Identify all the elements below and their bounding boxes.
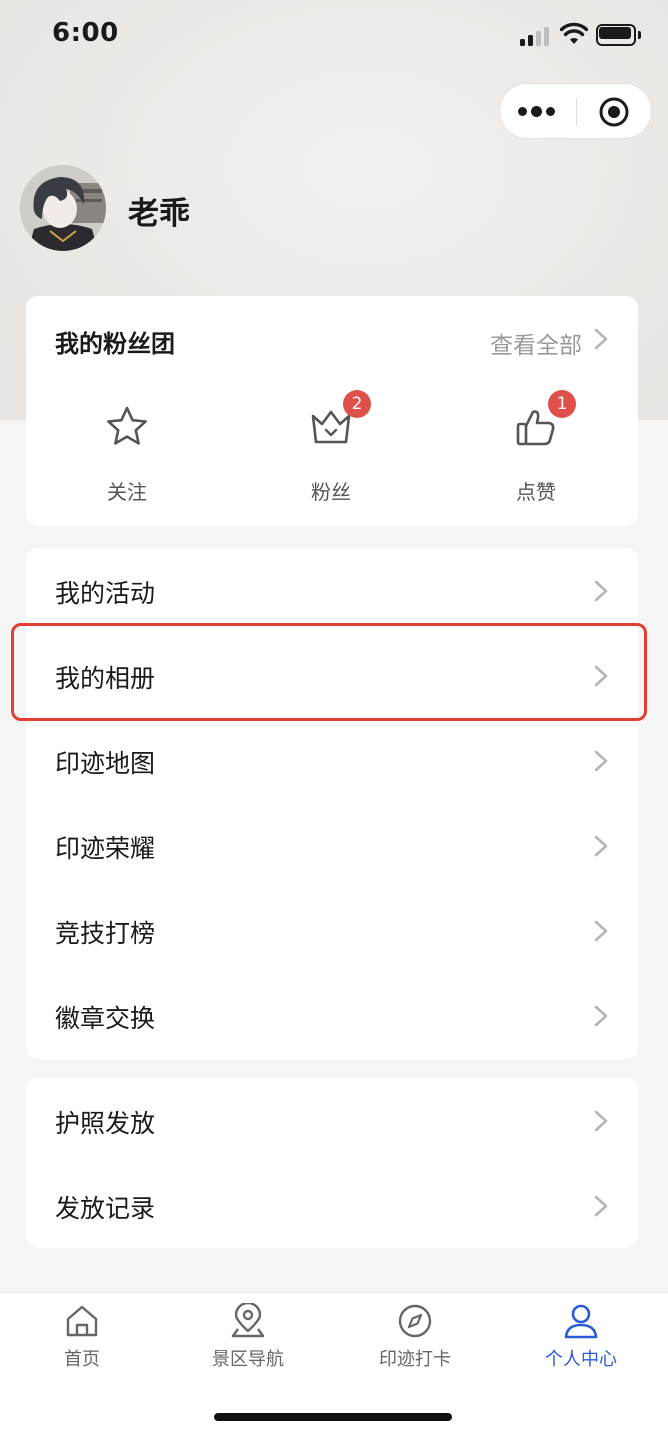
tab-footprint-checkin[interactable]: 印迹打卡 — [355, 1303, 475, 1373]
menu-item-label: 徽章交换 — [55, 1004, 156, 1033]
tab-label: 印迹打卡 — [379, 1349, 451, 1370]
chevron-right-icon — [594, 1110, 608, 1132]
username: 老乖 — [128, 196, 190, 232]
compass-icon — [398, 1304, 432, 1338]
battery-icon — [596, 24, 642, 46]
menu-item-my-activities[interactable]: 我的活动 — [26, 548, 638, 633]
star-icon — [107, 406, 147, 445]
following-item[interactable]: 关注 — [67, 404, 187, 504]
profile-page: 6:00 老乖 我的粉丝团 查看全部 关注 2 粉丝 1 点赞 我的活动 我的相… — [0, 0, 668, 1438]
tab-personal-center[interactable]: 个人中心 — [521, 1303, 641, 1373]
chevron-right-icon[interactable] — [594, 328, 608, 350]
likes-label: 点赞 — [516, 480, 556, 504]
menu-item-label: 印迹地图 — [55, 749, 156, 778]
home-icon — [66, 1305, 98, 1337]
home-indicator[interactable] — [214, 1413, 452, 1421]
capsule-divider — [576, 98, 577, 126]
likes-count-badge: 1 — [548, 390, 576, 418]
menu-item-issue-records[interactable]: 发放记录 — [26, 1163, 638, 1248]
menu-group-passport: 护照发放 发放记录 — [26, 1078, 638, 1248]
wifi-icon — [560, 22, 588, 44]
more-options-icon[interactable] — [518, 102, 558, 122]
tab-label: 首页 — [64, 1349, 100, 1370]
chevron-right-icon — [594, 1195, 608, 1217]
likes-item[interactable]: 1 点赞 — [476, 390, 596, 504]
fans-label: 粉丝 — [311, 480, 351, 504]
fans-count-badge: 2 — [343, 390, 371, 418]
tab-label: 景区导航 — [212, 1349, 284, 1370]
chevron-right-icon — [594, 920, 608, 942]
chevron-right-icon — [594, 580, 608, 602]
menu-item-footprint-map[interactable]: 印迹地图 — [26, 718, 638, 803]
menu-item-label: 我的活动 — [55, 579, 156, 608]
person-icon — [564, 1304, 598, 1339]
fans-item[interactable]: 2 粉丝 — [271, 390, 391, 504]
following-label: 关注 — [107, 480, 147, 504]
chevron-right-icon — [594, 835, 608, 857]
menu-item-label: 发放记录 — [55, 1194, 156, 1223]
fans-club-title: 我的粉丝团 — [55, 330, 175, 358]
fans-club-card: 我的粉丝团 查看全部 关注 2 粉丝 1 点赞 — [26, 296, 638, 526]
tab-home[interactable]: 首页 — [22, 1303, 142, 1373]
menu-item-footprint-honors[interactable]: 印迹荣耀 — [26, 803, 638, 888]
menu-item-passport-issue[interactable]: 护照发放 — [26, 1078, 638, 1163]
menu-item-label: 护照发放 — [55, 1109, 156, 1138]
tab-label: 个人中心 — [545, 1349, 617, 1370]
location-pin-icon — [231, 1303, 265, 1338]
miniprogram-capsule — [499, 83, 652, 139]
tab-scenic-navigation[interactable]: 景区导航 — [188, 1303, 308, 1373]
status-time: 6:00 — [52, 18, 119, 48]
avatar[interactable] — [20, 165, 106, 251]
menu-item-label: 竞技打榜 — [55, 919, 156, 948]
menu-item-label: 印迹荣耀 — [55, 834, 156, 863]
chevron-right-icon — [594, 1005, 608, 1027]
menu-item-badge-exchange[interactable]: 徽章交换 — [26, 973, 638, 1058]
status-bar: 6:00 — [0, 0, 668, 70]
cellular-signal-icon — [520, 26, 552, 46]
close-miniprogram-icon[interactable] — [598, 96, 630, 128]
view-all-link[interactable]: 查看全部 — [490, 326, 582, 360]
highlight-box — [11, 623, 647, 721]
bottom-tab-bar: 首页 景区导航 印迹打卡 个人中心 — [0, 1292, 668, 1438]
menu-item-leaderboard[interactable]: 竞技打榜 — [26, 888, 638, 973]
chevron-right-icon — [594, 750, 608, 772]
